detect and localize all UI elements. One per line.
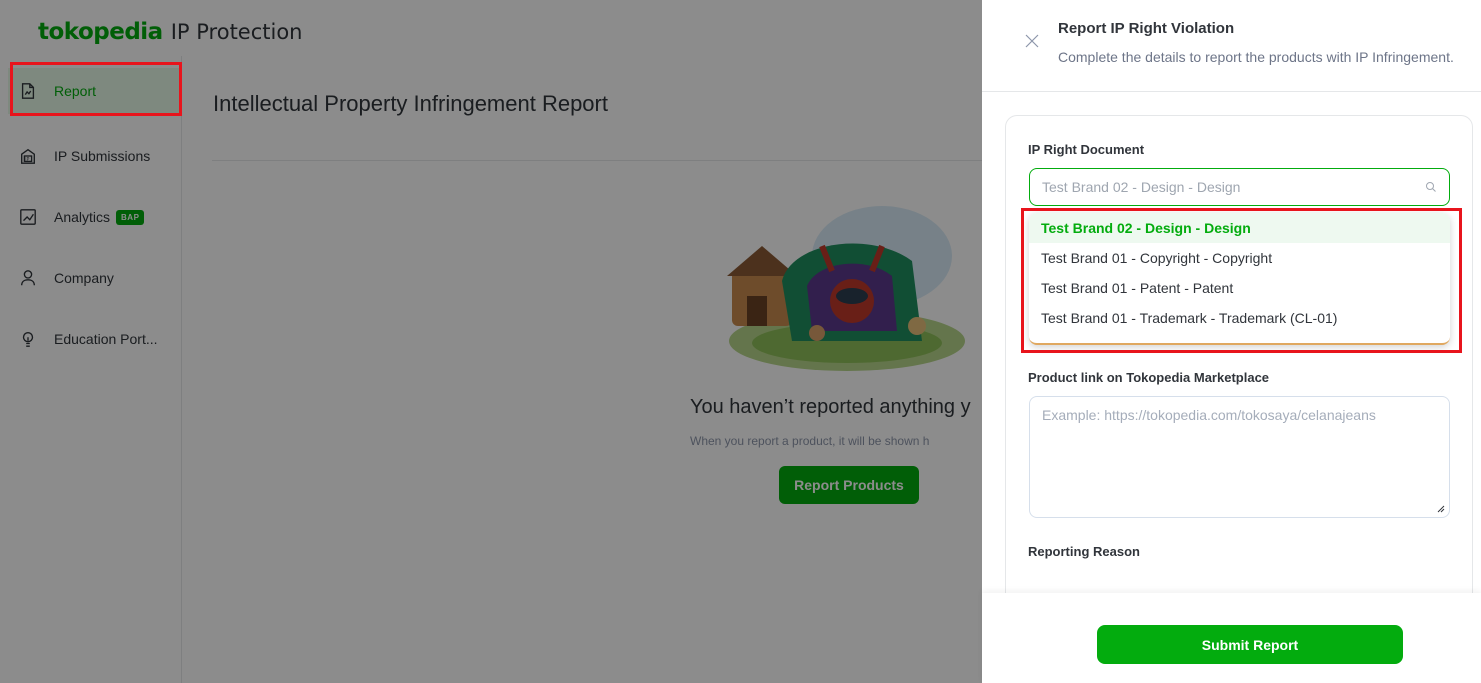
submit-report-button[interactable]: Submit Report xyxy=(1097,625,1403,664)
product-link-label: Product link on Tokopedia Marketplace xyxy=(1028,370,1270,385)
highlight-dropdown-annotation xyxy=(1021,208,1462,353)
drawer-subtitle: Complete the details to report the produ… xyxy=(1058,49,1454,65)
reporting-reason-label: Reporting Reason xyxy=(1028,544,1140,559)
ip-document-label: IP Right Document xyxy=(1028,142,1145,157)
highlight-report-annotation xyxy=(10,62,182,116)
close-icon[interactable] xyxy=(1025,34,1039,48)
ip-document-value: Test Brand 02 - Design - Design xyxy=(1042,179,1241,195)
ip-document-select[interactable]: Test Brand 02 - Design - Design xyxy=(1029,168,1450,206)
product-link-placeholder: Example: https://tokopedia.com/tokosaya/… xyxy=(1042,407,1376,423)
drawer-header: Report IP Right Violation Complete the d… xyxy=(982,8,1481,92)
drawer-footer: Submit Report xyxy=(982,593,1481,683)
search-icon xyxy=(1426,182,1436,192)
drawer-title: Report IP Right Violation xyxy=(1058,20,1235,37)
product-link-input[interactable]: Example: https://tokopedia.com/tokosaya/… xyxy=(1029,396,1450,518)
resize-handle-icon[interactable] xyxy=(1437,505,1445,513)
